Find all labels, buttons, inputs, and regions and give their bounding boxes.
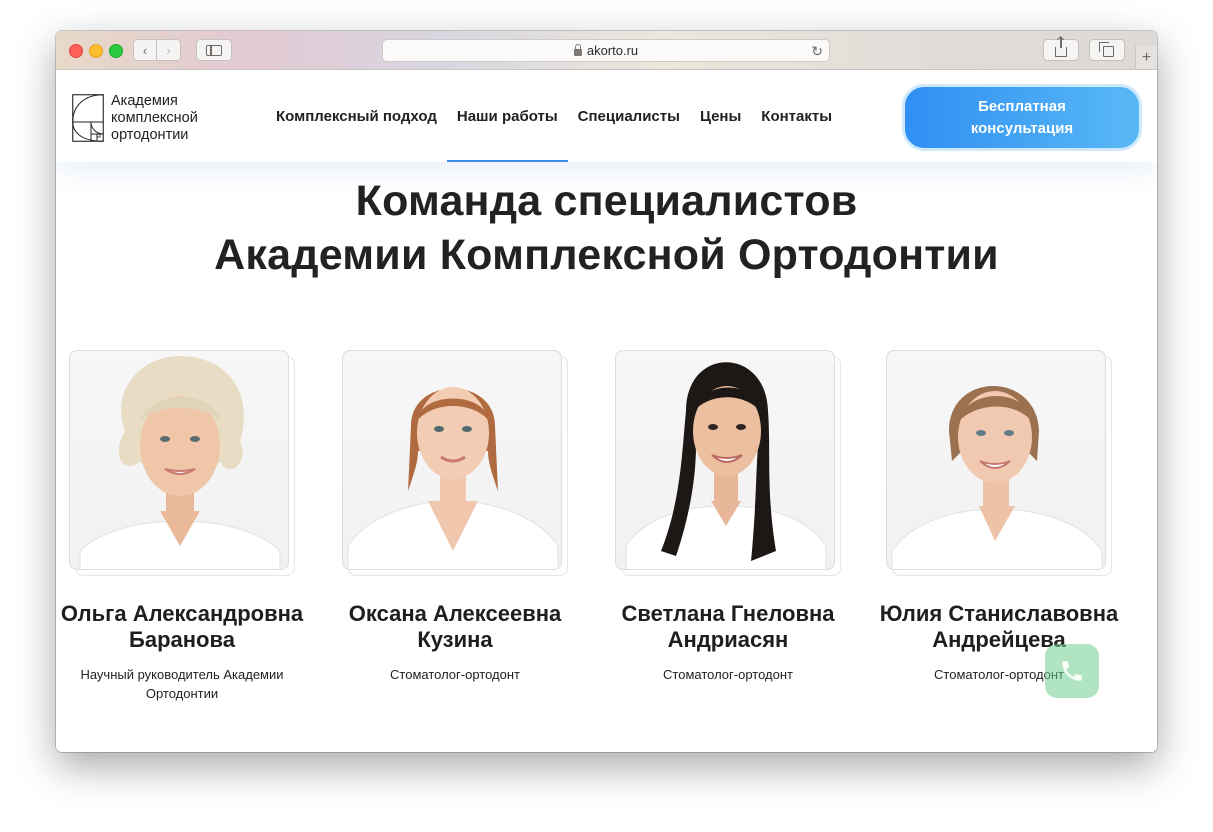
photo-frame — [342, 350, 568, 576]
free-consultation-button[interactable]: Бесплатная консультация — [902, 84, 1142, 151]
specialist-role: Научный руководитель Академии Ортодонтии — [80, 667, 284, 701]
photo-frame — [69, 350, 295, 576]
reload-icon[interactable]: ↻ — [811, 43, 823, 60]
logo-text: Академия комплексной ортодонтии — [111, 93, 198, 144]
section-title-line: Команда специалистов — [355, 177, 858, 225]
specialist-name[interactable]: Юлия Станиславовна Андрейцева — [863, 601, 1135, 653]
browser-toolbar: ‹ › akorto.ru ↻ + — [56, 31, 1157, 70]
url-text: akorto.ru — [586, 43, 639, 58]
specialist-name[interactable]: Ольга Александровна Баранова — [56, 601, 318, 653]
section-title-line: Академии Комплексной Ортодонтии — [214, 231, 999, 279]
golden-spiral-logo-icon — [72, 94, 104, 142]
logo-line: комплексной — [111, 110, 198, 126]
nav-item-contacts[interactable]: Контакты — [751, 70, 842, 162]
logo-line: ортодонтии — [111, 127, 189, 143]
team-list: Ольга Александровна Баранова Научный рук… — [56, 350, 1157, 750]
close-window-button[interactable] — [69, 44, 83, 58]
plus-icon: + — [1141, 48, 1152, 66]
share-icon — [1055, 37, 1067, 57]
chevron-left-icon: ‹ — [142, 42, 148, 58]
specialist-photo — [342, 350, 562, 570]
specialist-name[interactable]: Светлана Гнеловна Андриасян — [592, 601, 864, 653]
logo-line: Академия — [111, 93, 178, 109]
site-logo[interactable]: Академия комплексной ортодонтии — [72, 93, 198, 144]
show-tabs-button[interactable] — [1089, 39, 1125, 61]
site-header: Академия комплексной ортодонтии Комплекс… — [56, 70, 1157, 162]
zoom-window-button[interactable] — [109, 44, 123, 58]
specialist-photo — [615, 350, 835, 570]
nav-item-prices[interactable]: Цены — [690, 70, 751, 162]
address-bar[interactable]: akorto.ru ↻ — [382, 39, 830, 62]
photo-frame — [615, 350, 841, 576]
minimize-window-button[interactable] — [89, 44, 103, 58]
forward-button[interactable]: › — [157, 39, 181, 61]
specialist-card[interactable]: Юлия Станиславовна Андрейцева Стоматолог… — [863, 350, 1135, 684]
specialist-card[interactable]: Оксана Алексеевна Кузина Стоматолог-орто… — [319, 350, 591, 684]
portrait-image — [347, 387, 559, 569]
browser-window: ‹ › akorto.ru ↻ + Академия комплексной о… — [56, 31, 1157, 752]
new-tab-button[interactable]: + — [1135, 46, 1157, 69]
chevron-right-icon: › — [166, 42, 171, 58]
section-title: Команда специалистов Академии Комплексно… — [56, 174, 1157, 282]
specialist-card[interactable]: Светлана Гнеловна Андриасян Стоматолог-о… — [592, 350, 864, 684]
specialist-role: Стоматолог-ортодонт — [663, 667, 793, 682]
portrait-image — [79, 356, 281, 569]
cta-label: Бесплатная консультация — [970, 97, 1074, 137]
phone-icon — [1062, 661, 1082, 681]
sidebar-toggle-button[interactable] — [196, 39, 232, 61]
callback-widget-button[interactable] — [1045, 644, 1099, 698]
specialist-card[interactable]: Ольга Александровна Баранова Научный рук… — [56, 350, 318, 703]
tabs-icon — [1099, 42, 1114, 57]
nav-item-our-works[interactable]: Наши работы — [446, 70, 568, 162]
web-page: Академия комплексной ортодонтии Комплекс… — [56, 70, 1157, 752]
specialist-photo — [69, 350, 289, 570]
specialist-photo — [886, 350, 1106, 570]
specialist-name[interactable]: Оксана Алексеевна Кузина — [319, 601, 591, 653]
portrait-image — [891, 386, 1103, 569]
nav-item-approach[interactable]: Комплексный подход — [266, 70, 447, 162]
back-button[interactable]: ‹ — [133, 39, 157, 61]
lock-icon — [573, 43, 582, 56]
sidebar-icon — [206, 44, 222, 56]
portrait-image — [625, 362, 827, 569]
nav-item-specialists[interactable]: Специалисты — [568, 70, 690, 162]
photo-frame — [886, 350, 1112, 576]
main-nav: Комплексный подход Наши работы Специалис… — [266, 70, 842, 162]
share-button[interactable] — [1043, 37, 1079, 61]
specialist-role: Стоматолог-ортодонт — [390, 667, 520, 682]
